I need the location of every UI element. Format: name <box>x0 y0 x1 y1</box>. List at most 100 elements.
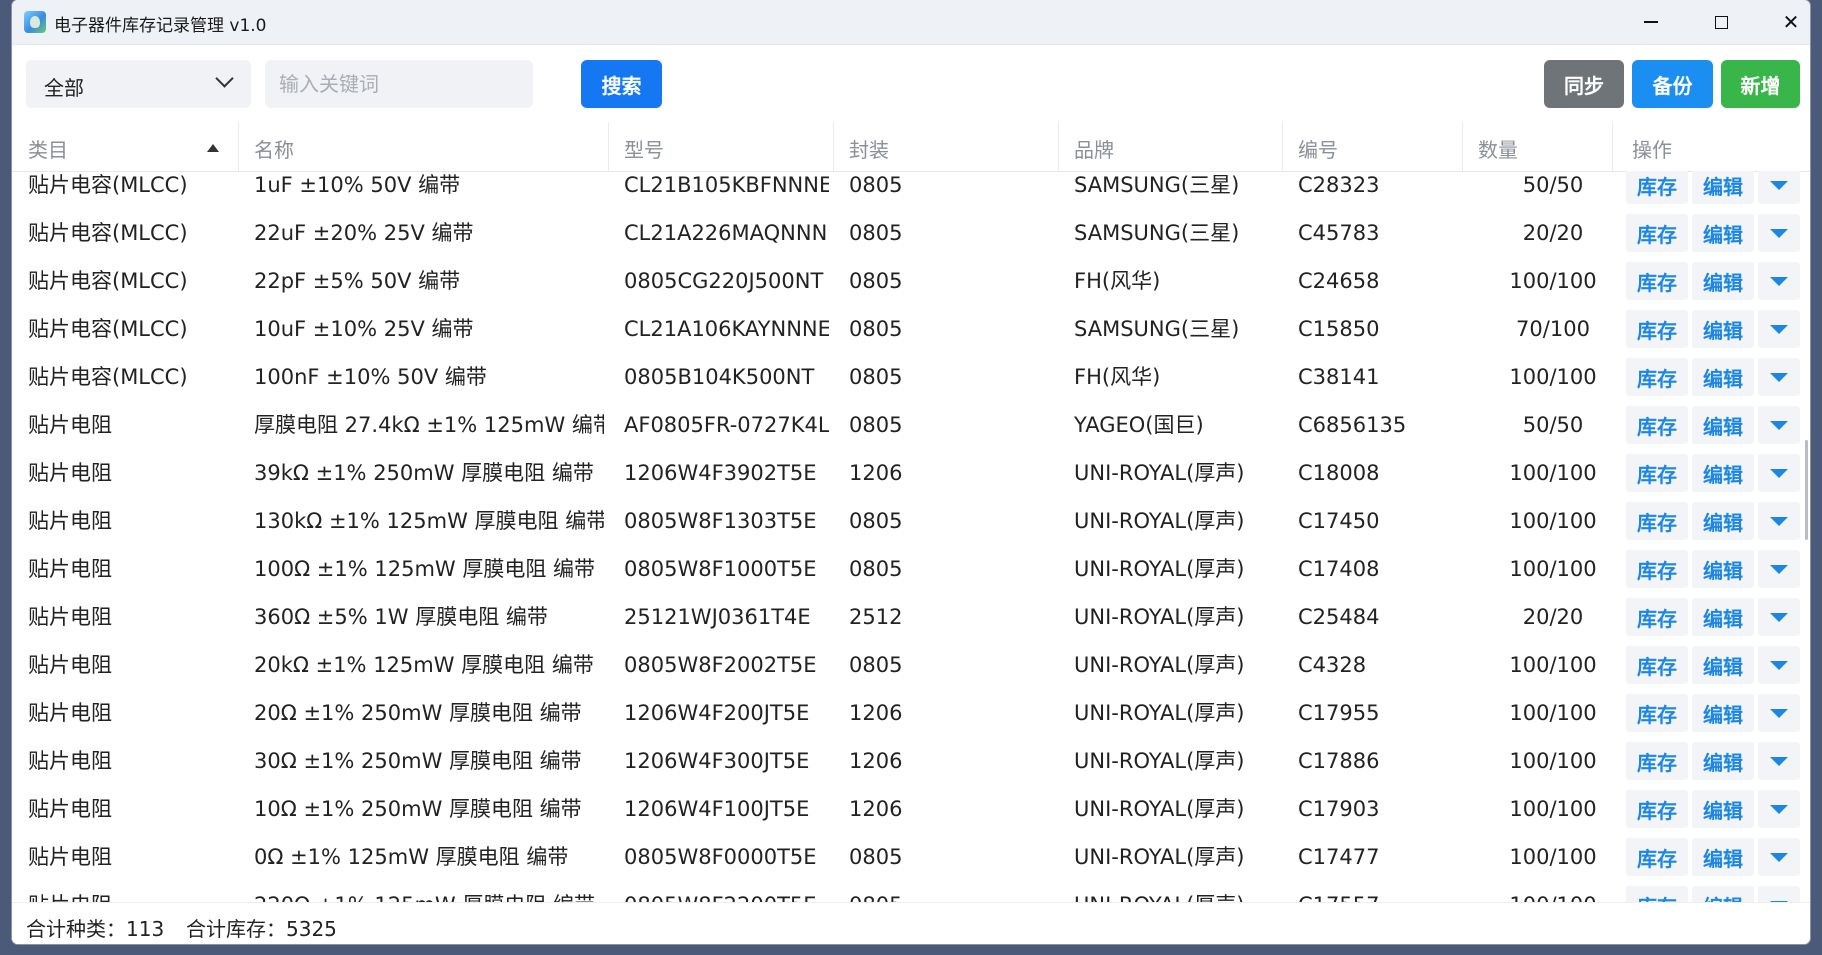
stock-button[interactable]: 库存 <box>1626 742 1688 780</box>
cell-package: 1206 <box>849 797 903 821</box>
edit-button[interactable]: 编辑 <box>1692 502 1754 540</box>
table-row[interactable]: 贴片电容(MLCC) 1uF ±10% 50V 编带 CL21B105KBFNN… <box>12 171 1810 209</box>
more-actions-button[interactable] <box>1758 598 1800 636</box>
stock-button[interactable]: 库存 <box>1626 214 1688 252</box>
minimize-button[interactable] <box>1616 0 1686 44</box>
edit-button[interactable]: 编辑 <box>1692 262 1754 300</box>
table-row[interactable]: 贴片电阻 360Ω ±5% 1W 厚膜电阻 编带 25121WJ0361T4E … <box>12 593 1810 641</box>
edit-button[interactable]: 编辑 <box>1692 358 1754 396</box>
more-actions-button[interactable] <box>1758 262 1800 300</box>
edit-button[interactable]: 编辑 <box>1692 646 1754 684</box>
more-actions-button[interactable] <box>1758 310 1800 348</box>
more-actions-button[interactable] <box>1758 886 1800 902</box>
cell-quantity: 100/100 <box>1509 653 1597 677</box>
cell-code: C24658 <box>1298 269 1380 293</box>
sync-button[interactable]: 同步 <box>1544 60 1624 108</box>
stock-button[interactable]: 库存 <box>1626 358 1688 396</box>
table-row[interactable]: 贴片电容(MLCC) 100nF ±10% 50V 编带 0805B104K50… <box>12 353 1810 401</box>
header-code[interactable]: 编号 <box>1298 134 1338 163</box>
more-actions-button[interactable] <box>1758 406 1800 444</box>
table-row[interactable]: 贴片电阻 130kΩ ±1% 125mW 厚膜电阻 编带 0805W8F1303… <box>12 497 1810 545</box>
total-kinds: 合计种类：113 <box>26 917 165 941</box>
table-row[interactable]: 贴片电阻 10Ω ±1% 250mW 厚膜电阻 编带 1206W4F100JT5… <box>12 785 1810 833</box>
table-row[interactable]: 贴片电阻 30Ω ±1% 250mW 厚膜电阻 编带 1206W4F300JT5… <box>12 737 1810 785</box>
edit-button[interactable]: 编辑 <box>1692 598 1754 636</box>
edit-button[interactable]: 编辑 <box>1692 214 1754 252</box>
edit-button[interactable]: 编辑 <box>1692 171 1754 204</box>
edit-button[interactable]: 编辑 <box>1692 406 1754 444</box>
more-actions-button[interactable] <box>1758 646 1800 684</box>
more-actions-button[interactable] <box>1758 358 1800 396</box>
more-actions-button[interactable] <box>1758 454 1800 492</box>
close-button[interactable]: ✕ <box>1756 0 1810 44</box>
stock-button[interactable]: 库存 <box>1626 646 1688 684</box>
table-row[interactable]: 贴片电阻 39kΩ ±1% 250mW 厚膜电阻 编带 1206W4F3902T… <box>12 449 1810 497</box>
chevron-down-icon <box>215 69 234 88</box>
column-divider[interactable] <box>1058 122 1059 171</box>
column-divider[interactable] <box>1612 122 1613 171</box>
search-button[interactable]: 搜索 <box>581 60 662 108</box>
stock-button[interactable]: 库存 <box>1626 790 1688 828</box>
edit-button[interactable]: 编辑 <box>1692 838 1754 876</box>
stock-button[interactable]: 库存 <box>1626 886 1688 902</box>
more-actions-button[interactable] <box>1758 838 1800 876</box>
table-row[interactable]: 贴片电容(MLCC) 22pF ±5% 50V 编带 0805CG220J500… <box>12 257 1810 305</box>
table-row[interactable]: 贴片电阻 220Ω ±1% 125mW 厚膜电阻 编带 0805W8F2200T… <box>12 881 1810 902</box>
stock-button[interactable]: 库存 <box>1626 262 1688 300</box>
edit-button[interactable]: 编辑 <box>1692 550 1754 588</box>
column-divider[interactable] <box>1462 122 1463 171</box>
header-name[interactable]: 名称 <box>254 134 294 163</box>
table-row[interactable]: 贴片电阻 厚膜电阻 27.4kΩ ±1% 125mW 编带 AF0805FR-0… <box>12 401 1810 449</box>
more-actions-button[interactable] <box>1758 502 1800 540</box>
more-actions-button[interactable] <box>1758 171 1800 204</box>
stock-button[interactable]: 库存 <box>1626 838 1688 876</box>
edit-button[interactable]: 编辑 <box>1692 886 1754 902</box>
column-divider[interactable] <box>608 122 609 171</box>
edit-button[interactable]: 编辑 <box>1692 790 1754 828</box>
more-actions-button[interactable] <box>1758 742 1800 780</box>
edit-button[interactable]: 编辑 <box>1692 310 1754 348</box>
search-input[interactable] <box>265 60 533 108</box>
header-package[interactable]: 封装 <box>849 134 889 163</box>
stock-button[interactable]: 库存 <box>1626 310 1688 348</box>
cell-quantity: 100/100 <box>1509 557 1597 581</box>
stock-button[interactable]: 库存 <box>1626 550 1688 588</box>
backup-button[interactable]: 备份 <box>1632 60 1713 108</box>
table-row[interactable]: 贴片电容(MLCC) 22uF ±20% 25V 编带 CL21A226MAQN… <box>12 209 1810 257</box>
column-divider[interactable] <box>238 122 239 171</box>
more-actions-button[interactable] <box>1758 694 1800 732</box>
add-button[interactable]: 新增 <box>1721 60 1800 108</box>
category-select[interactable]: 全部 <box>26 60 251 108</box>
table-row[interactable]: 贴片电阻 0Ω ±1% 125mW 厚膜电阻 编带 0805W8F0000T5E… <box>12 833 1810 881</box>
minimize-icon <box>1644 21 1658 23</box>
stock-button[interactable]: 库存 <box>1626 406 1688 444</box>
table-row[interactable]: 贴片电容(MLCC) 10uF ±10% 25V 编带 CL21A106KAYN… <box>12 305 1810 353</box>
cell-name: 1uF ±10% 50V 编带 <box>254 173 461 197</box>
more-actions-button[interactable] <box>1758 790 1800 828</box>
edit-button[interactable]: 编辑 <box>1692 742 1754 780</box>
stock-button[interactable]: 库存 <box>1626 694 1688 732</box>
stock-button[interactable]: 库存 <box>1626 502 1688 540</box>
header-model[interactable]: 型号 <box>624 134 664 163</box>
edit-button[interactable]: 编辑 <box>1692 694 1754 732</box>
sort-ascending-icon[interactable] <box>207 144 219 152</box>
stock-button[interactable]: 库存 <box>1626 598 1688 636</box>
cell-code: C17450 <box>1298 509 1380 533</box>
header-category[interactable]: 类目 <box>28 134 68 163</box>
stock-button[interactable]: 库存 <box>1626 171 1688 204</box>
column-divider[interactable] <box>1282 122 1283 171</box>
table-row[interactable]: 贴片电阻 20Ω ±1% 250mW 厚膜电阻 编带 1206W4F200JT5… <box>12 689 1810 737</box>
header-brand[interactable]: 品牌 <box>1074 134 1114 163</box>
more-actions-button[interactable] <box>1758 550 1800 588</box>
edit-button[interactable]: 编辑 <box>1692 454 1754 492</box>
column-divider[interactable] <box>833 122 834 171</box>
table-row[interactable]: 贴片电阻 100Ω ±1% 125mW 厚膜电阻 编带 0805W8F1000T… <box>12 545 1810 593</box>
cell-model: 0805W8F1000T5E <box>624 557 817 581</box>
stock-button[interactable]: 库存 <box>1626 454 1688 492</box>
more-actions-button[interactable] <box>1758 214 1800 252</box>
table-row[interactable]: 贴片电阻 20kΩ ±1% 125mW 厚膜电阻 编带 0805W8F2002T… <box>12 641 1810 689</box>
maximize-button[interactable] <box>1686 0 1756 44</box>
header-quantity[interactable]: 数量 <box>1478 134 1518 163</box>
cell-model: 1206W4F100JT5E <box>624 797 810 821</box>
vertical-scrollbar[interactable] <box>1805 440 1808 540</box>
